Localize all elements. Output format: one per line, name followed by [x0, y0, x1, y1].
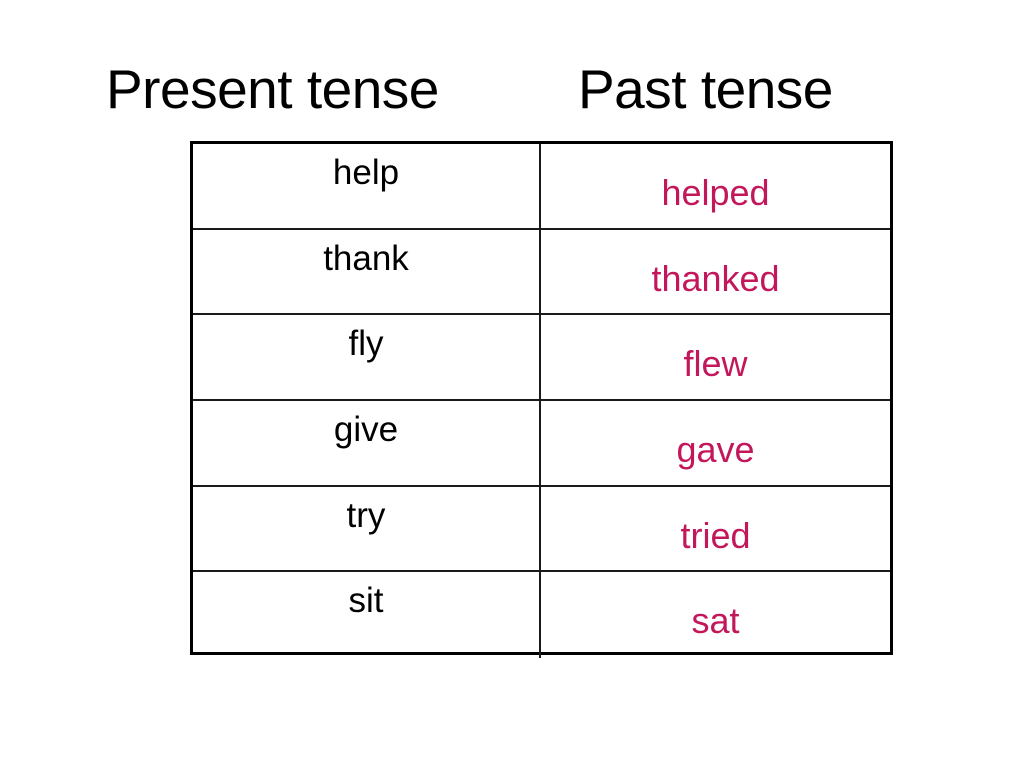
- cell-present-tense: sit: [193, 572, 541, 658]
- heading-past-tense: Past tense: [578, 58, 833, 120]
- present-tense-word: give: [333, 409, 399, 449]
- verb-conjugation-table: help helped thank thanked fly flew give …: [190, 141, 893, 658]
- present-tense-word: sit: [348, 581, 384, 621]
- past-tense-word: thanked: [651, 257, 780, 299]
- cell-present-tense: fly: [193, 315, 541, 399]
- heading-present-tense: Present tense: [106, 58, 439, 120]
- past-tense-word: sat: [691, 600, 740, 642]
- cell-past-tense: helped: [541, 144, 890, 228]
- cell-past-tense: sat: [541, 572, 890, 658]
- table-row: sit sat: [193, 572, 890, 658]
- slide-canvas: Present tense Past tense help helped tha…: [0, 0, 1024, 768]
- table-row: give gave: [193, 400, 890, 487]
- past-tense-word: helped: [661, 172, 770, 213]
- table-row: fly flew: [193, 315, 890, 401]
- cell-present-tense: try: [193, 486, 541, 571]
- past-tense-word: tried: [680, 514, 751, 556]
- cell-past-tense: thanked: [541, 230, 890, 314]
- present-tense-word: try: [346, 495, 386, 535]
- cell-past-tense: gave: [541, 401, 890, 485]
- cell-present-tense: thank: [193, 229, 541, 314]
- cell-past-tense: tried: [541, 487, 890, 571]
- present-tense-word: help: [332, 153, 400, 192]
- cell-past-tense: flew: [541, 315, 890, 399]
- cell-present-tense: give: [193, 400, 541, 485]
- table-row: thank thanked: [193, 229, 890, 316]
- table-row: help helped: [193, 144, 890, 230]
- present-tense-word: fly: [348, 324, 384, 364]
- present-tense-word: thank: [323, 238, 409, 278]
- past-tense-word: gave: [676, 428, 755, 470]
- past-tense-word: flew: [683, 343, 748, 385]
- table-row: try tried: [193, 486, 890, 573]
- cell-present-tense: help: [193, 144, 541, 228]
